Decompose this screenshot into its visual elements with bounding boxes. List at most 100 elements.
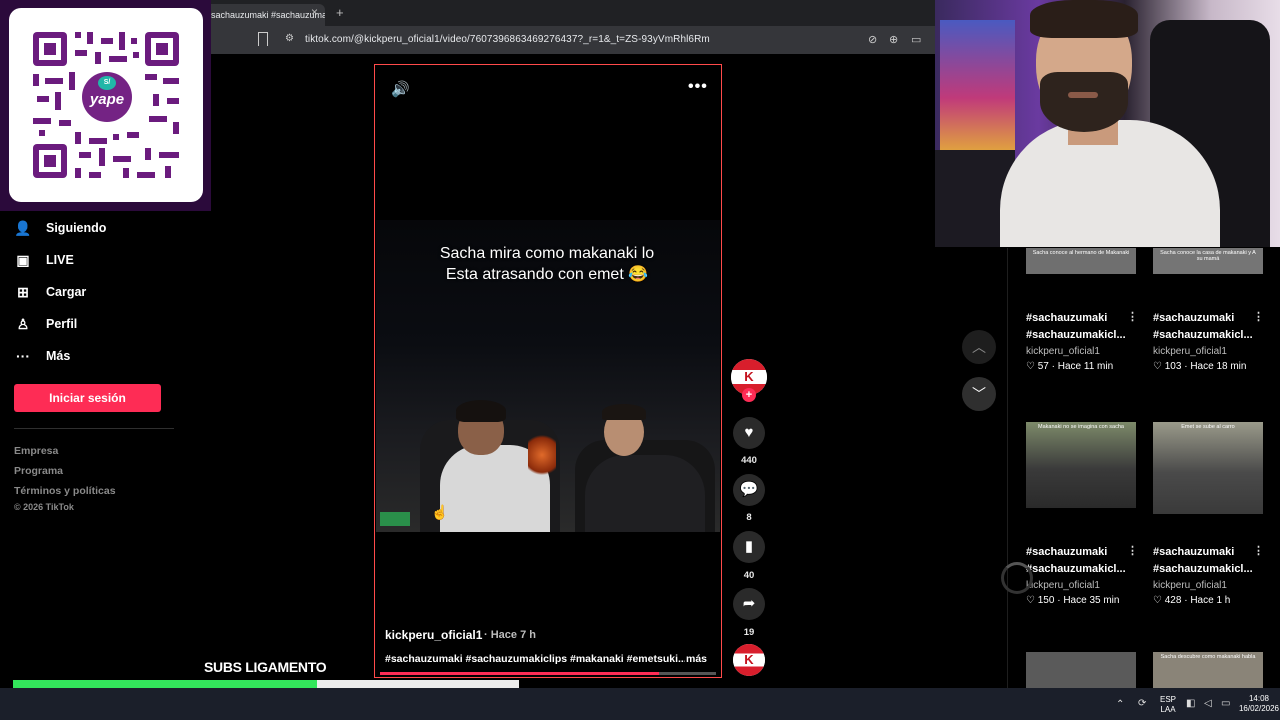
thumb-text: Makanaki no se imagina con sacha [1038,424,1124,430]
video-scene [456,400,506,422]
video-scene [380,512,410,526]
more-link[interactable]: más [686,653,707,665]
related-title[interactable]: #sachauzumakicl... [1026,561,1138,578]
webcam-scene [1040,72,1128,132]
next-video-button[interactable]: ﹀ [962,377,996,411]
music-avatar[interactable]: K [733,644,765,676]
volume-icon[interactable]: 🔊 [391,80,410,98]
nav-item-siguiendo[interactable]: 👤 Siguiendo [14,216,106,240]
network-icon[interactable]: ◧ [1186,698,1195,709]
footer-link-terminos[interactable]: Términos y políticas [14,485,116,497]
following-icon: 👤 [14,219,32,236]
nav-item-cargar[interactable]: ⊞ Cargar [14,280,86,304]
volume-icon[interactable]: ◁ [1204,698,1212,709]
divider [14,428,174,429]
thumb-text: Sacha descubre como makanaki habla [1160,654,1256,660]
comment-button[interactable]: 💬 [733,474,765,506]
keyboard-language[interactable]: ESP LAA [1158,695,1178,715]
zoom-icon[interactable]: ⊕ [889,33,898,46]
video-hashtags[interactable]: #sachauzumaki #sachauzumakiclips #makana… [385,653,685,665]
taskbar [0,688,1280,720]
related-author[interactable]: kickperu_oficial1 [1153,580,1227,591]
more-options-icon[interactable]: ••• [688,78,708,96]
caption-line: Esta atrasando con emet 😂 [445,266,649,283]
nav-item-perfil[interactable]: ♙ Perfil [14,312,78,336]
goal-title: SUBS LIGAMENTO [204,659,327,675]
profile-icon: ♙ [16,315,30,332]
footer-link-empresa[interactable]: Empresa [14,445,58,457]
save-count: 40 [743,570,755,581]
video-scene [602,404,646,420]
card-more-icon[interactable]: ⋮ [1253,544,1264,557]
avatar-letter: K [744,652,754,667]
heart-icon: ♡ [1153,361,1165,372]
nav-item-live[interactable]: ▣ LIVE [14,248,73,272]
nav-label: Más [46,349,71,363]
clock-time: 14:08 [1248,694,1270,703]
tray-chevron-icon[interactable]: ⌃ [1116,699,1124,710]
bookmark-icon[interactable] [258,32,268,46]
related-title[interactable]: #sachauzumaki [1026,310,1138,327]
eye-off-icon[interactable]: ⊘ [868,33,877,46]
video-scene [585,455,705,532]
related-title[interactable]: #sachauzumaki [1026,544,1138,561]
clock[interactable]: 14:08 16/02/2026 [1238,694,1280,714]
related-meta: ♡ 103 · Hace 18 min [1153,361,1247,372]
copyright: © 2026 TikTok [14,502,74,512]
mouse-cursor-icon: ☝ [431,504,449,520]
card-more-icon[interactable]: ⋮ [1127,544,1138,557]
related-author[interactable]: kickperu_oficial1 [1153,346,1227,357]
related-title[interactable]: #sachauzumakicl... [1153,561,1265,578]
share-button[interactable]: ➦ [733,588,765,620]
related-thumb[interactable]: Sacha conoce al hermano de Makanaki [1026,248,1136,274]
tray-app-icon[interactable]: ⟳ [1138,698,1146,709]
bookmark-icon: ▮ [744,538,754,555]
browser-tab[interactable]: sachauzumaki #sachauzumaki [205,4,325,26]
related-title[interactable]: #sachauzumakicl... [1026,327,1138,344]
chevron-down-icon: ﹀ [972,386,986,402]
video-posted-time: · Hace 7 h [484,629,536,641]
related-ago: Hace 11 min [1057,361,1114,372]
share-count: 19 [743,627,755,638]
related-thumb[interactable]: Makanaki no se imagina con sacha [1026,422,1136,508]
comment-count: 8 [746,512,752,523]
previous-video-button[interactable]: ︿ [962,330,996,364]
webcam-scene [1068,92,1098,98]
url-field[interactable]: tiktok.com/@kickperu_oficial1/video/7607… [305,34,710,45]
like-button[interactable]: ♥ [733,417,765,449]
related-thumb[interactable]: Emet se sube al carro [1153,422,1263,514]
related-meta: ♡ 428 · Hace 1 h [1153,595,1231,606]
video-author[interactable]: kickperu_oficial1 [385,628,482,642]
currency-badge: S/ [98,76,116,90]
login-button[interactable]: Iniciar sesión [14,384,161,412]
yape-logo: S/ yape [82,72,132,122]
footer-link-programa[interactable]: Programa [14,465,63,477]
related-thumb[interactable]: Sacha descubre como makanaki habla [1153,652,1263,688]
save-button[interactable]: ▮ [733,531,765,563]
nav-label: Perfil [46,317,78,331]
thumb-text: Emet se sube al carro [1181,424,1235,430]
card-more-icon[interactable]: ⋮ [1253,310,1264,323]
related-ago: Hace 18 min [1190,361,1247,372]
battery-icon[interactable]: ▭ [1221,698,1230,709]
related-thumb[interactable] [1026,652,1136,688]
follow-plus-icon[interactable]: + [742,388,756,402]
related-thumb[interactable]: Sacha conoce la casa de makanaki y A su … [1153,248,1263,274]
site-info-icon[interactable]: ⚙ [285,33,294,44]
nav-item-mas[interactable]: ··· Más [14,344,70,368]
related-author[interactable]: kickperu_oficial1 [1026,580,1100,591]
thumb-text: Sacha conoce al hermano de Makanaki [1032,250,1130,256]
related-title[interactable]: #sachauzumakicl... [1153,327,1265,344]
new-tab-icon[interactable]: + [336,5,344,20]
heart-icon: ♡ [1153,595,1165,606]
tab-close-icon[interactable]: × [311,5,318,19]
related-meta: ♡ 150 · Hace 35 min [1026,595,1120,606]
cast-icon[interactable]: ▭ [911,33,921,46]
lang-line: LAA [1160,705,1176,714]
related-likes: 103 [1164,361,1182,372]
card-more-icon[interactable]: ⋮ [1127,310,1138,323]
related-likes: 428 [1164,595,1182,606]
related-author[interactable]: kickperu_oficial1 [1026,346,1100,357]
related-title[interactable]: #sachauzumaki [1153,310,1265,327]
related-title[interactable]: #sachauzumaki [1153,544,1265,561]
